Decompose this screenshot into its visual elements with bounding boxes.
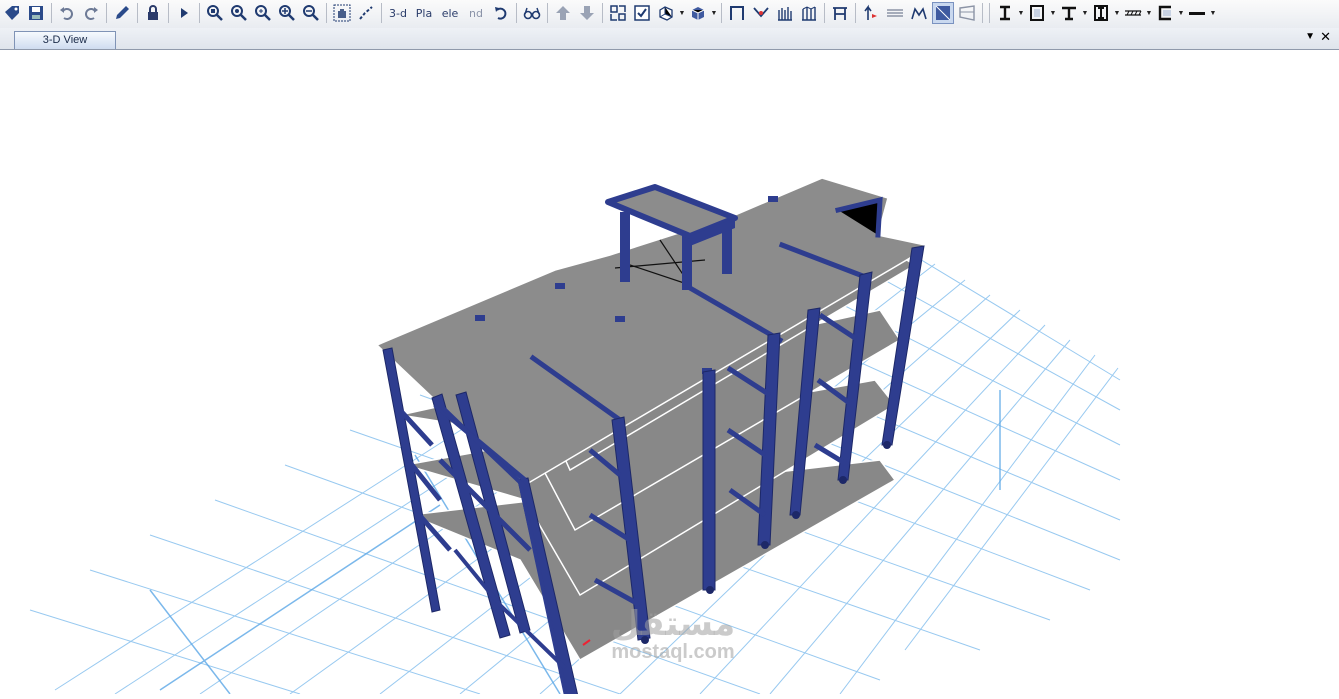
- dropdown-arrow-icon[interactable]: ▼: [1145, 10, 1153, 17]
- channel-icon[interactable]: [1154, 2, 1176, 24]
- zoom-fit-icon[interactable]: [252, 2, 274, 24]
- lock-icon[interactable]: [142, 2, 164, 24]
- zoom-out-icon[interactable]: [300, 2, 322, 24]
- toolbar-row: 3-d Pla ele nd ▼ ▼ ▼ ▼ ▼ ▼ ▼ ▼ ▼: [0, 1, 1217, 25]
- view-tab-bar: 3-D View ▼ ✕: [0, 28, 1339, 50]
- deformed-icon[interactable]: [908, 2, 930, 24]
- toolbar-separator: [168, 3, 169, 23]
- dropdown-arrow-icon[interactable]: ▼: [1081, 10, 1089, 17]
- zoom-window-icon[interactable]: [204, 2, 226, 24]
- redo-icon[interactable]: [80, 2, 102, 24]
- toolbar-separator: [381, 3, 382, 23]
- frame-icon[interactable]: [726, 2, 748, 24]
- 3d-model-viewport[interactable]: [0, 50, 1339, 699]
- toolbar-separator: [51, 3, 52, 23]
- undo-icon[interactable]: [56, 2, 78, 24]
- toolbar-separator: [199, 3, 200, 23]
- strip-icon[interactable]: [884, 2, 906, 24]
- shaded-view-icon[interactable]: [932, 2, 954, 24]
- dropdown-arrow-icon[interactable]: ▼: [1177, 10, 1185, 17]
- toolbar-separator: [547, 3, 548, 23]
- i-beam-icon[interactable]: [994, 2, 1016, 24]
- toolbar-separator: [721, 3, 722, 23]
- release-icon[interactable]: [750, 2, 772, 24]
- tab-3d-view[interactable]: 3-D View: [14, 31, 116, 49]
- pencil-icon[interactable]: [111, 2, 133, 24]
- bars-icon[interactable]: [774, 2, 796, 24]
- run-icon[interactable]: [173, 2, 195, 24]
- window-list-dropdown-icon[interactable]: ▼: [1305, 31, 1315, 42]
- axis-icon[interactable]: [860, 2, 882, 24]
- rubber-band-icon[interactable]: [355, 2, 377, 24]
- dropdown-arrow-icon[interactable]: ▼: [1113, 10, 1121, 17]
- object-display-icon[interactable]: [655, 2, 677, 24]
- toolbar-separator: [106, 3, 107, 23]
- zoom-in-icon[interactable]: [276, 2, 298, 24]
- select-icon[interactable]: [607, 2, 629, 24]
- toolbar-separator: [824, 3, 825, 23]
- watermark-arabic: مستقل: [610, 604, 736, 644]
- toolbar-separator: [602, 3, 603, 23]
- zoom-restore-icon[interactable]: [228, 2, 250, 24]
- dropdown-arrow-icon[interactable]: ▼: [1049, 10, 1057, 17]
- wide-flange-icon[interactable]: [1090, 2, 1112, 24]
- hatch-icon[interactable]: [1122, 2, 1144, 24]
- nd-button[interactable]: nd: [464, 2, 488, 24]
- main-toolbar: 3-d Pla ele nd ▼ ▼ ▼ ▼ ▼ ▼ ▼ ▼ ▼: [0, 0, 1339, 29]
- tag-icon[interactable]: [1, 2, 23, 24]
- dropdown-arrow-icon[interactable]: ▼: [678, 10, 686, 17]
- tee-section-icon[interactable]: [1058, 2, 1080, 24]
- toolbar-separator: [326, 3, 327, 23]
- close-icon[interactable]: ✕: [1320, 29, 1331, 45]
- toolbar-separator: [982, 3, 983, 23]
- perspective-icon[interactable]: [956, 2, 978, 24]
- down-arrow-icon[interactable]: [576, 2, 598, 24]
- plan-view-button[interactable]: Pla: [412, 2, 436, 24]
- up-arrow-icon[interactable]: [552, 2, 574, 24]
- supports-icon[interactable]: [798, 2, 820, 24]
- pan-icon[interactable]: [331, 2, 353, 24]
- save-icon[interactable]: [25, 2, 47, 24]
- toolbar-separator: [989, 3, 990, 23]
- toolbar-separator: [516, 3, 517, 23]
- watermark: مستقل mostaql.com: [588, 606, 758, 662]
- rotate-icon[interactable]: [490, 2, 512, 24]
- watermark-latin: mostaql.com: [611, 641, 735, 663]
- dropdown-arrow-icon[interactable]: ▼: [710, 10, 718, 17]
- floor-slabs: [375, 177, 927, 662]
- line-icon[interactable]: [1186, 2, 1208, 24]
- dropdown-arrow-icon[interactable]: ▼: [1209, 10, 1217, 17]
- rectangle-section-icon[interactable]: [1026, 2, 1048, 24]
- dropdown-arrow-icon[interactable]: ▼: [1017, 10, 1025, 17]
- frame-line-icon[interactable]: [829, 2, 851, 24]
- shaded-box-icon[interactable]: [687, 2, 709, 24]
- toolbar-separator: [855, 3, 856, 23]
- elevation-view-button[interactable]: ele: [438, 2, 462, 24]
- checkbox-icon[interactable]: [631, 2, 653, 24]
- glasses-icon[interactable]: [521, 2, 543, 24]
- 3d-model-drawing: [29, 177, 1121, 699]
- toolbar-separator: [137, 3, 138, 23]
- view-3d-button[interactable]: 3-d: [386, 2, 410, 24]
